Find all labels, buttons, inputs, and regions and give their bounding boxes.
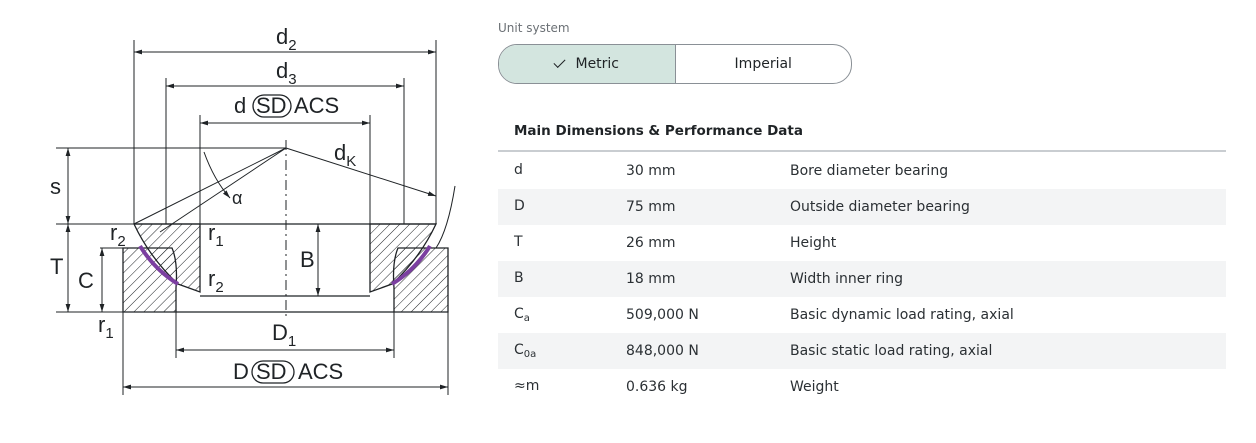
imperial-option[interactable]: Imperial xyxy=(676,45,852,83)
bearing-drawing: d2 d3 d SD ACS dK s α r2 r1 r2 B T C r1 … xyxy=(0,0,470,443)
row-description: Width inner ring xyxy=(790,271,903,287)
check-icon xyxy=(553,55,566,69)
row-description: Weight xyxy=(790,379,839,395)
row-symbol: Ca xyxy=(514,306,530,324)
label-sd: SD xyxy=(256,93,287,118)
row-symbol: T xyxy=(514,234,523,250)
table-row: C0a 848,000 N Basic static load rating, … xyxy=(498,333,1226,369)
row-symbol: C0a xyxy=(514,342,537,360)
label-s: s xyxy=(50,174,61,199)
row-value: 848,000 N xyxy=(626,343,699,359)
label-B: B xyxy=(300,247,315,272)
row-description: Height xyxy=(790,235,837,251)
metric-option[interactable]: Metric xyxy=(499,45,676,83)
table-row: D 75 mm Outside diameter bearing xyxy=(498,189,1226,225)
label-C: C xyxy=(78,268,94,293)
table-row: ≈m 0.636 kg Weight xyxy=(498,369,1226,405)
row-description: Basic dynamic load rating, axial xyxy=(790,307,1014,323)
table-divider xyxy=(498,150,1226,152)
row-symbol: D xyxy=(514,198,525,214)
label-D-sd: SD xyxy=(256,359,287,384)
table-row: Ca 509,000 N Basic dynamic load rating, … xyxy=(498,297,1226,333)
row-value: 30 mm xyxy=(626,163,676,179)
row-description: Basic static load rating, axial xyxy=(790,343,993,359)
row-symbol: d xyxy=(514,162,523,178)
row-value: 26 mm xyxy=(626,235,676,251)
label-d2: d2 xyxy=(276,24,297,54)
imperial-label: Imperial xyxy=(734,56,792,72)
row-description: Bore diameter bearing xyxy=(790,163,949,179)
label-alpha: α xyxy=(232,188,242,208)
label-r1-bottom: r1 xyxy=(98,312,114,342)
table-title: Main Dimensions & Performance Data xyxy=(514,123,803,139)
table-row: T 26 mm Height xyxy=(498,225,1226,261)
label-D1: D1 xyxy=(272,320,296,350)
label-T: T xyxy=(50,254,63,279)
label-acs: ACS xyxy=(294,93,339,118)
row-value: 75 mm xyxy=(626,199,676,215)
metric-label: Metric xyxy=(575,56,620,72)
label-dk: dK xyxy=(334,140,356,170)
label-d-acs: d xyxy=(234,93,246,118)
table-row: d 30 mm Bore diameter bearing xyxy=(498,153,1226,189)
label-r2-inner: r2 xyxy=(208,266,224,296)
row-value: 0.636 kg xyxy=(626,379,688,395)
row-symbol: B xyxy=(514,270,524,286)
row-symbol: ≈m xyxy=(514,378,540,394)
unit-system-toggle: Metric Imperial xyxy=(498,44,852,84)
label-D-acs-text: ACS xyxy=(298,359,343,384)
row-value: 509,000 N xyxy=(626,307,699,323)
dimensions-table: d 30 mm Bore diameter bearing D 75 mm Ou… xyxy=(498,153,1226,405)
row-description: Outside diameter bearing xyxy=(790,199,970,215)
unit-system-label: Unit system xyxy=(498,21,570,35)
label-D-acs: D xyxy=(233,359,249,384)
table-row: B 18 mm Width inner ring xyxy=(498,261,1226,297)
row-value: 18 mm xyxy=(626,271,676,287)
label-d3: d3 xyxy=(276,58,297,88)
